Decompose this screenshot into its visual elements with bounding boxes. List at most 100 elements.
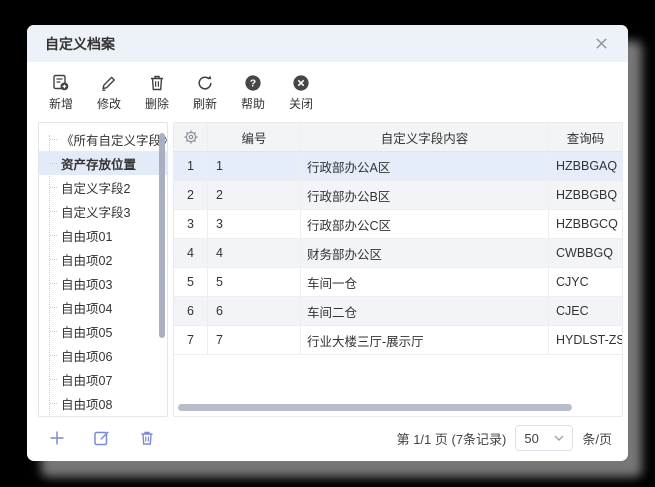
- add-button[interactable]: 新增: [44, 73, 78, 112]
- cell-content: 车间一仓: [301, 268, 549, 296]
- tree-item-label: 自由项08: [61, 394, 112, 413]
- cell-query: HZBBGBQ: [549, 181, 622, 209]
- help-button[interactable]: ? 帮助: [236, 73, 270, 112]
- cell-code: 6: [208, 297, 301, 325]
- tree-actions: [47, 428, 197, 448]
- tree-item-label: 自定义字段3: [61, 202, 130, 221]
- cell-query: CJYC: [549, 268, 622, 296]
- table-row[interactable]: 1 1 行政部办公A区 HZBBGAQ: [174, 152, 622, 181]
- cell-query: CWBBGQ: [549, 239, 622, 267]
- tree-item-label: 自由项03: [61, 274, 112, 293]
- refresh-button[interactable]: 刷新: [188, 73, 222, 112]
- tree-item-label: 自由项02: [61, 250, 112, 269]
- cell-code: 4: [208, 239, 301, 267]
- plus-icon[interactable]: [47, 428, 67, 448]
- column-settings-button[interactable]: [174, 123, 208, 151]
- tree-item-label: 自由项07: [61, 370, 112, 389]
- cell-index: 2: [174, 181, 208, 209]
- dialog-title: 自定义档案: [45, 34, 115, 54]
- sidebar-item-custom-field2[interactable]: 自定义字段2: [39, 175, 167, 199]
- sidebar-item-custom-field3[interactable]: 自定义字段3: [39, 199, 167, 223]
- table-row[interactable]: 7 7 行业大楼三厅-展示厅 HYDLST-ZST: [174, 326, 622, 355]
- sidebar-item-free04[interactable]: 自由项04: [39, 295, 167, 319]
- cell-content: 行业大楼三厅-展示厅: [301, 326, 549, 354]
- sidebar-item-free01[interactable]: 自由项01: [39, 223, 167, 247]
- cell-query: HYDLST-ZST: [549, 326, 622, 354]
- help-icon: ?: [243, 73, 263, 93]
- sidebar-item-free02[interactable]: 自由项02: [39, 247, 167, 271]
- table-row[interactable]: 4 4 财务部办公区 CWBBGQ: [174, 239, 622, 268]
- cell-query: HZBBGAQ: [549, 152, 622, 180]
- delete-button-label: 删除: [145, 95, 169, 112]
- dialog-titlebar: 自定义档案: [27, 25, 628, 62]
- column-header-query: 查询码: [549, 123, 622, 151]
- table-horizontal-scrollbar[interactable]: [178, 404, 572, 411]
- cell-index: 4: [174, 239, 208, 267]
- add-button-label: 新增: [49, 95, 73, 112]
- svg-text:?: ?: [250, 78, 256, 90]
- close-circle-icon: [291, 73, 311, 93]
- records-table: 编号 自定义字段内容 查询码 1 1 行政部办公A区 HZBBGAQ 2 2 行…: [173, 122, 623, 417]
- tree-item-label: 自由项05: [61, 322, 112, 341]
- cell-index: 1: [174, 152, 208, 180]
- table-row[interactable]: 5 5 车间一仓 CJYC: [174, 268, 622, 297]
- pagination: 第 1/1 页 (7条记录) 50 条/页: [397, 425, 612, 451]
- sidebar-item-asset-location[interactable]: 资产存放位置: [39, 151, 167, 175]
- help-button-label: 帮助: [241, 95, 265, 112]
- refresh-icon: [195, 73, 215, 93]
- column-header-content: 自定义字段内容: [301, 123, 549, 151]
- cell-content: 行政部办公A区: [301, 152, 549, 180]
- cell-index: 6: [174, 297, 208, 325]
- refresh-button-label: 刷新: [193, 95, 217, 112]
- tree-item-label: 自定义字段2: [61, 178, 130, 197]
- modify-button-label: 修改: [97, 95, 121, 112]
- cell-content: 车间二仓: [301, 297, 549, 325]
- cell-query: CJEC: [549, 297, 622, 325]
- sidebar-item-free05[interactable]: 自由项05: [39, 319, 167, 343]
- close-button[interactable]: 关闭: [284, 73, 318, 112]
- page-size-select[interactable]: 50: [515, 425, 573, 451]
- content-area: 《所有自定义字段》 资产存放位置 自定义字段2 自定义字段3 自由项01 自由项…: [27, 118, 628, 417]
- column-header-code: 编号: [208, 123, 301, 151]
- tree-item-label: 自由项04: [61, 298, 112, 317]
- cell-query: HZBBGCQ: [549, 210, 622, 238]
- sidebar-item-free07[interactable]: 自由项07: [39, 367, 167, 391]
- tree-item-label: 《所有自定义字段》: [61, 130, 168, 149]
- tree-item-label: 资产存放位置: [61, 154, 136, 173]
- cell-code: 5: [208, 268, 301, 296]
- per-page-label: 条/页: [582, 429, 612, 448]
- cell-index: 3: [174, 210, 208, 238]
- gear-icon: [183, 129, 199, 145]
- edit-icon: [99, 73, 119, 93]
- cell-code: 1: [208, 152, 301, 180]
- close-button-label: 关闭: [289, 95, 313, 112]
- dialog-footer: 第 1/1 页 (7条记录) 50 条/页: [27, 417, 628, 461]
- modify-button[interactable]: 修改: [92, 73, 126, 112]
- table-header: 编号 自定义字段内容 查询码: [174, 123, 622, 152]
- close-icon: [594, 36, 609, 51]
- cell-code: 2: [208, 181, 301, 209]
- tree-item-label: 自由项01: [61, 226, 112, 245]
- cell-index: 7: [174, 326, 208, 354]
- delete-item-icon[interactable]: [137, 428, 157, 448]
- tree-item-label: 自由项06: [61, 346, 112, 365]
- table-row[interactable]: 6 6 车间二仓 CJEC: [174, 297, 622, 326]
- sidebar-item-all-fields[interactable]: 《所有自定义字段》: [39, 127, 167, 151]
- trash-icon: [147, 73, 167, 93]
- page-size-value: 50: [524, 431, 538, 446]
- table-row[interactable]: 2 2 行政部办公B区 HZBBGBQ: [174, 181, 622, 210]
- dialog-close-button[interactable]: [592, 35, 610, 53]
- sidebar-item-free08[interactable]: 自由项08: [39, 391, 167, 415]
- cell-index: 5: [174, 268, 208, 296]
- sidebar-item-free06[interactable]: 自由项06: [39, 343, 167, 367]
- table-row[interactable]: 3 3 行政部办公C区 HZBBGCQ: [174, 210, 622, 239]
- cell-content: 行政部办公C区: [301, 210, 549, 238]
- delete-button[interactable]: 删除: [140, 73, 174, 112]
- sidebar-scrollbar[interactable]: [159, 133, 165, 338]
- sidebar-item-free03[interactable]: 自由项03: [39, 271, 167, 295]
- edit-item-icon[interactable]: [92, 428, 112, 448]
- toolbar: 新增 修改 删除 刷新 ?: [27, 62, 628, 118]
- cell-code: 3: [208, 210, 301, 238]
- cell-content: 行政部办公B区: [301, 181, 549, 209]
- cell-code: 7: [208, 326, 301, 354]
